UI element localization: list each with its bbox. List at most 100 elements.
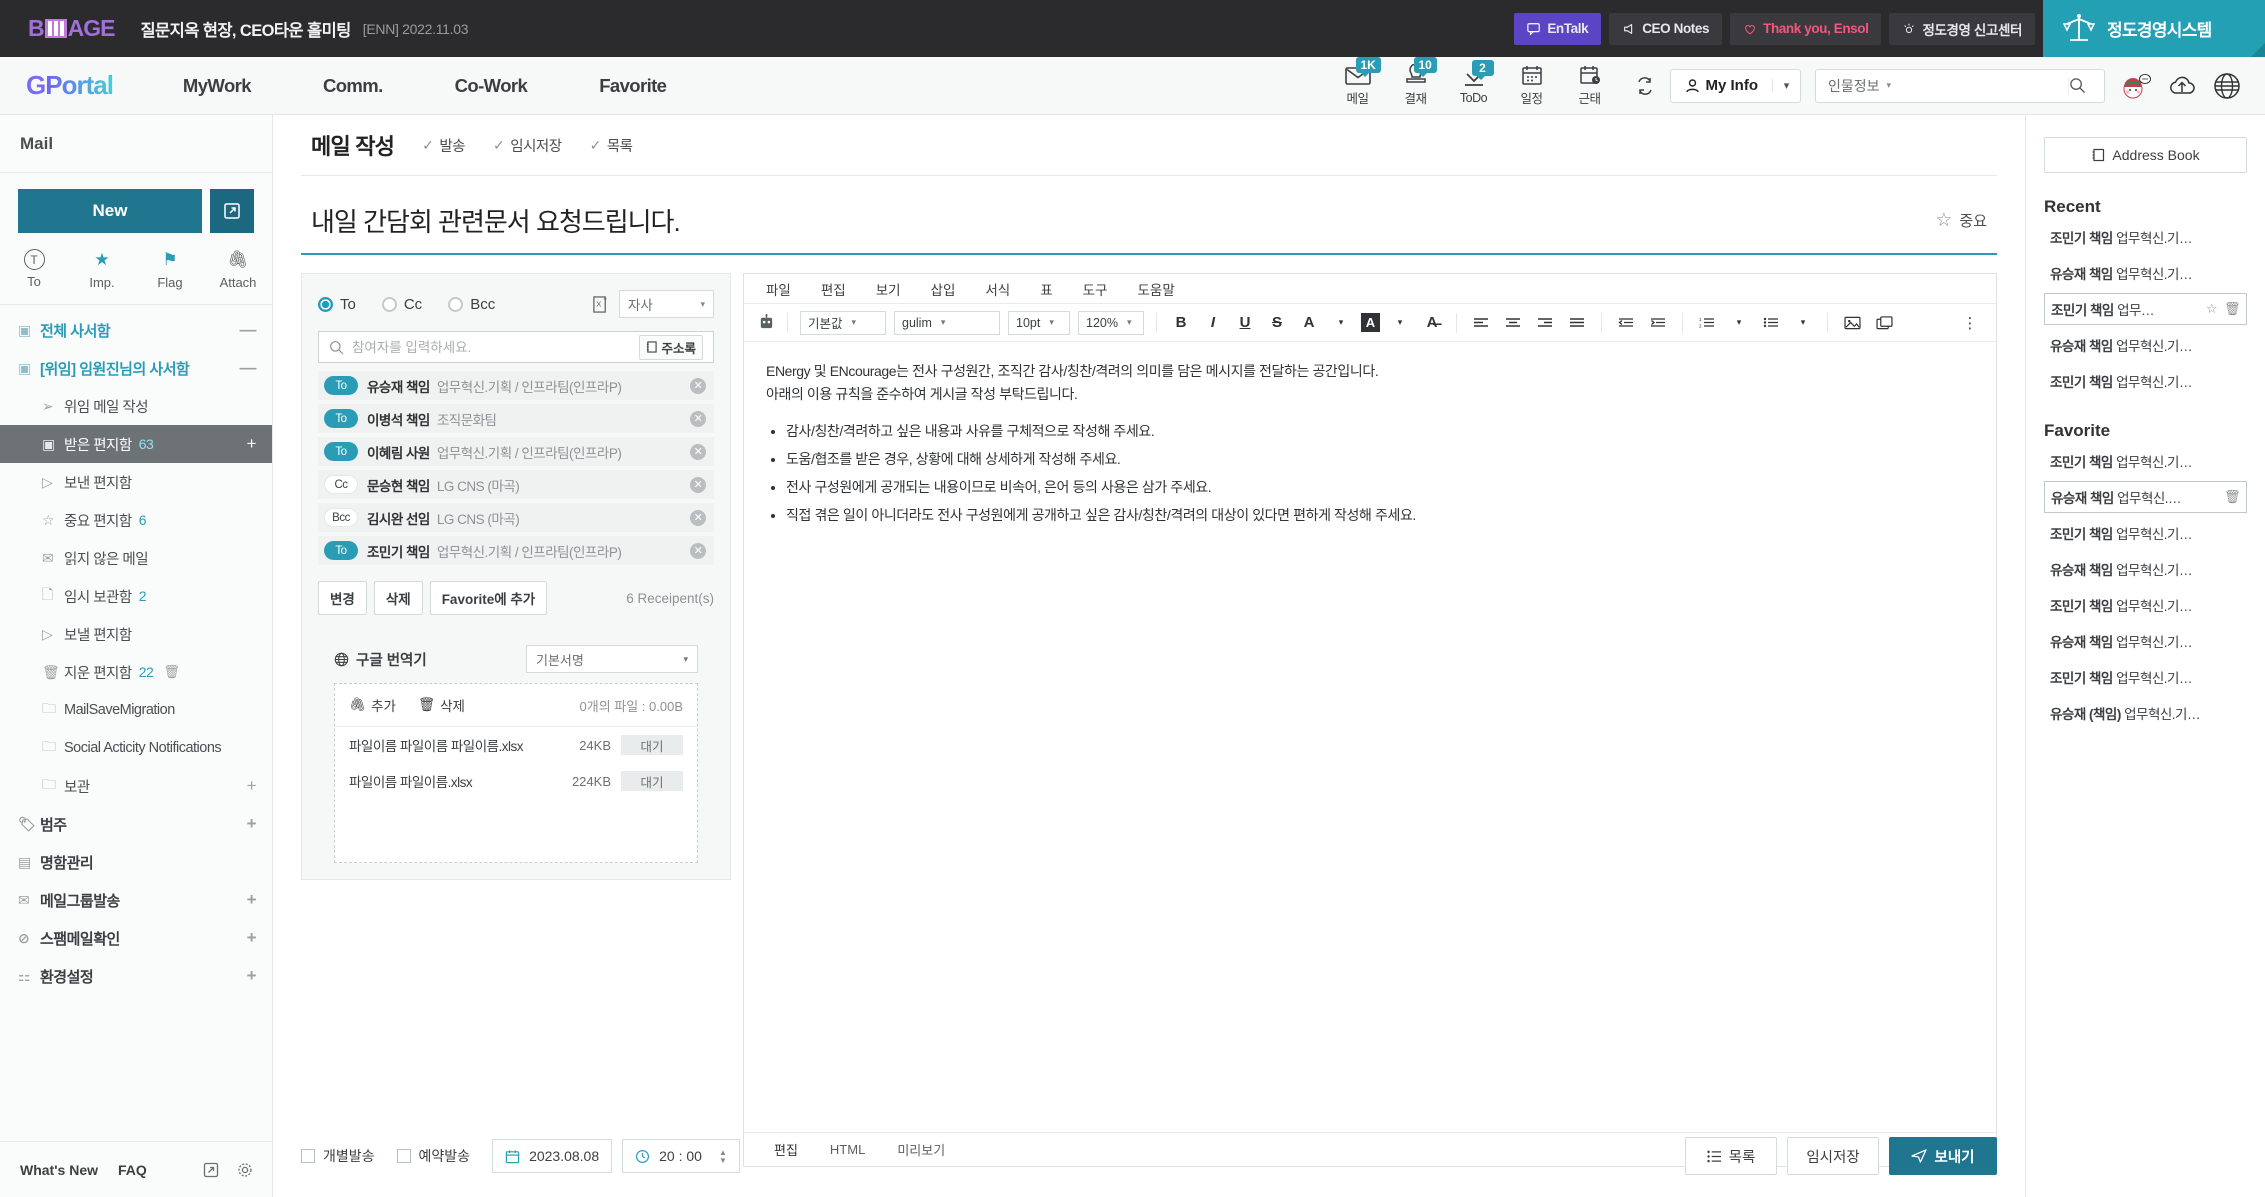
remove-recipient-icon[interactable]: ✕: [690, 443, 706, 460]
align-center-icon[interactable]: [1501, 311, 1525, 335]
news-headline[interactable]: 질문지옥 현장, CEO타운 홀미팅: [140, 17, 351, 41]
editor-menu-view[interactable]: 보기: [876, 279, 901, 299]
remove-recipient-icon[interactable]: ✕: [690, 410, 706, 427]
quick-filter-important[interactable]: ★ Imp.: [68, 249, 136, 290]
indent-icon[interactable]: [1646, 311, 1670, 335]
stepper-down-icon[interactable]: ▼: [719, 1156, 727, 1164]
sidebar-item-unread[interactable]: ✉ 읽지 않은 메일: [0, 539, 272, 577]
search-category-select[interactable]: 인물정보 ▾: [1816, 76, 1903, 96]
header-action-save-draft[interactable]: ✓ 임시저장: [493, 135, 562, 156]
editor-menu-tools[interactable]: 도구: [1083, 279, 1108, 299]
delete-recipient-button[interactable]: 삭제: [373, 581, 423, 615]
bullet-list-icon[interactable]: [1759, 311, 1783, 335]
remove-recipient-icon[interactable]: ✕: [690, 509, 706, 526]
attachment-add-button[interactable]: 🖇 추가: [349, 695, 396, 715]
important-toggle[interactable]: ☆ 중요: [1935, 209, 1987, 232]
nav-tool-todo[interactable]: 2 ToDo: [1454, 59, 1494, 105]
radio-to[interactable]: To: [318, 296, 356, 313]
remove-recipient-icon[interactable]: ✕: [690, 542, 706, 559]
sidebar-item-inbox[interactable]: ▣ 받은 편지함 63 +: [0, 425, 272, 463]
text-color-button[interactable]: A: [1297, 311, 1321, 335]
recipient-chip[interactable]: Cc 문승현 책임 LG CNS (마곡) ✕: [318, 470, 714, 499]
recent-contact-item[interactable]: 조민기 책임 업무… ☆ 🗑: [2044, 293, 2247, 325]
insert-attachment-icon[interactable]: [1872, 311, 1896, 335]
add-icon[interactable]: +: [247, 966, 257, 986]
save-draft-button[interactable]: 임시저장: [1787, 1137, 1879, 1175]
trash-icon[interactable]: 🗑: [2224, 301, 2241, 317]
header-action-list[interactable]: ✓ 목록: [590, 135, 633, 156]
recipient-chip[interactable]: Bcc 김시완 선임 LG CNS (마곡) ✕: [318, 503, 714, 532]
recent-contact-item[interactable]: 조민기 책임 업무혁신.기…: [2044, 365, 2247, 397]
recipient-search-field[interactable]: 주소록: [318, 331, 714, 363]
favorite-contact-item[interactable]: 조민기 책임 업무혁신.기…: [2044, 517, 2247, 549]
chevron-down-icon[interactable]: ▾: [1388, 311, 1412, 335]
clear-format-button[interactable]: A̶: [1420, 311, 1444, 335]
gear-icon[interactable]: [237, 1162, 253, 1178]
nav-tool-mail[interactable]: 1K 메일: [1338, 57, 1381, 107]
collapse-icon[interactable]: —: [240, 358, 257, 378]
recipient-chip[interactable]: To 이병석 책임 조직문화팀 ✕: [318, 404, 714, 433]
align-right-icon[interactable]: [1533, 311, 1557, 335]
sidebar-item-drafts[interactable]: 🗋 임시 보관함 2: [0, 577, 272, 615]
editor-menu-format[interactable]: 서식: [985, 279, 1010, 299]
compliance-report-button[interactable]: 정도경영 신고센터: [1889, 12, 2035, 45]
editor-menu-edit[interactable]: 편집: [821, 279, 846, 299]
time-stepper[interactable]: ▲ ▼: [719, 1148, 727, 1164]
quick-filter-to[interactable]: T To: [0, 249, 68, 290]
sidebar-item-mailsavemigration[interactable]: 🗀 MailSaveMigration: [0, 691, 272, 729]
stepper-up-icon[interactable]: ▲: [719, 1148, 727, 1156]
people-search-box[interactable]: 인물정보 ▾: [1815, 68, 2105, 103]
my-info-dropdown[interactable]: My Info ▾: [1669, 68, 1801, 103]
google-translate-toggle[interactable]: 구글 번역기: [334, 649, 427, 670]
quick-filter-flag[interactable]: ⚑ Flag: [136, 249, 204, 290]
radio-cc[interactable]: Cc: [381, 296, 422, 313]
sidebar-item-sent[interactable]: ▷ 보낸 편지함: [0, 463, 272, 501]
align-justify-icon[interactable]: [1565, 311, 1589, 335]
collapse-icon[interactable]: —: [240, 320, 257, 340]
excel-icon[interactable]: X: [592, 295, 609, 314]
add-icon[interactable]: +: [247, 434, 257, 454]
editor-menu-table[interactable]: 표: [1040, 279, 1052, 299]
highlight-color-button[interactable]: A: [1361, 313, 1380, 332]
add-icon[interactable]: +: [247, 890, 257, 910]
nav-item-comm[interactable]: Comm.: [323, 75, 383, 97]
new-mail-button[interactable]: New: [18, 189, 202, 233]
paragraph-style-select[interactable]: 기본값 ▾: [800, 310, 886, 335]
editor-menu-insert[interactable]: 삽입: [931, 279, 956, 299]
cloud-upload-icon[interactable]: [2167, 73, 2197, 99]
recipient-chip[interactable]: To 조민기 책임 업무혁신.기획 / 인프라팀(인프라P) ✕: [318, 536, 714, 565]
list-button[interactable]: 목록: [1685, 1137, 1777, 1175]
add-icon[interactable]: +: [247, 928, 257, 948]
remove-recipient-icon[interactable]: ✕: [690, 476, 706, 493]
favorite-contact-item[interactable]: 유승재 책임 업무혁신.기…: [2044, 625, 2247, 657]
attachment-row[interactable]: 파일이름 파일이름.xlsx 224KB 대기: [335, 763, 697, 799]
sidebar-item-mail-group-send[interactable]: ✉ 메일그룹발송 +: [0, 881, 272, 919]
whats-new-link[interactable]: What's New: [20, 1162, 98, 1178]
nav-tool-calendar[interactable]: 일정: [1512, 64, 1552, 107]
line-height-select[interactable]: 120% ▾: [1078, 310, 1144, 335]
favorite-contact-item[interactable]: 조민기 책임 업무혁신.기…: [2044, 589, 2247, 621]
sidebar-item-outbox[interactable]: ▷ 보낼 편지함: [0, 615, 272, 653]
add-to-favorite-button[interactable]: Favorite에 추가: [429, 581, 548, 615]
robot-icon[interactable]: [758, 314, 775, 331]
external-link-icon[interactable]: [203, 1162, 219, 1178]
sidebar-item-all-mailboxes[interactable]: ▣ 전체 사서함 —: [0, 311, 272, 349]
nav-tool-approval[interactable]: 10 결재: [1396, 57, 1437, 107]
trash-icon[interactable]: 🗑: [2224, 489, 2241, 505]
sidebar-item-important[interactable]: ☆ 중요 편지함 6: [0, 501, 272, 539]
remove-recipient-icon[interactable]: ✕: [690, 377, 706, 394]
attachment-panel[interactable]: 🖇 추가 🗑 삭제 0개의 파일 : 0.00B 파일이름 파일이름 파일이름.xl…: [334, 683, 698, 863]
send-button[interactable]: 보내기: [1889, 1137, 1997, 1175]
editor-body[interactable]: ENergy 및 ENcourage는 전사 구성원간, 조직간 감사/칭찬/격…: [744, 342, 1996, 1132]
star-outline-icon[interactable]: ☆: [2206, 301, 2218, 317]
align-left-icon[interactable]: [1469, 311, 1493, 335]
change-recipient-button[interactable]: 변경: [318, 581, 367, 615]
recent-contact-item[interactable]: 유승재 책임 업무혁신.기…: [2044, 257, 2247, 289]
chevron-down-icon[interactable]: ▾: [1791, 311, 1815, 335]
recent-contact-item[interactable]: 유승재 책임 업무혁신.기…: [2044, 329, 2247, 361]
bold-button[interactable]: B: [1169, 311, 1193, 335]
portal-logo[interactable]: G Portal: [26, 70, 114, 101]
numbered-list-icon[interactable]: 12: [1695, 311, 1719, 335]
individual-send-checkbox[interactable]: 개별발송: [301, 1146, 375, 1166]
chevron-down-icon[interactable]: ▾: [1727, 311, 1751, 335]
